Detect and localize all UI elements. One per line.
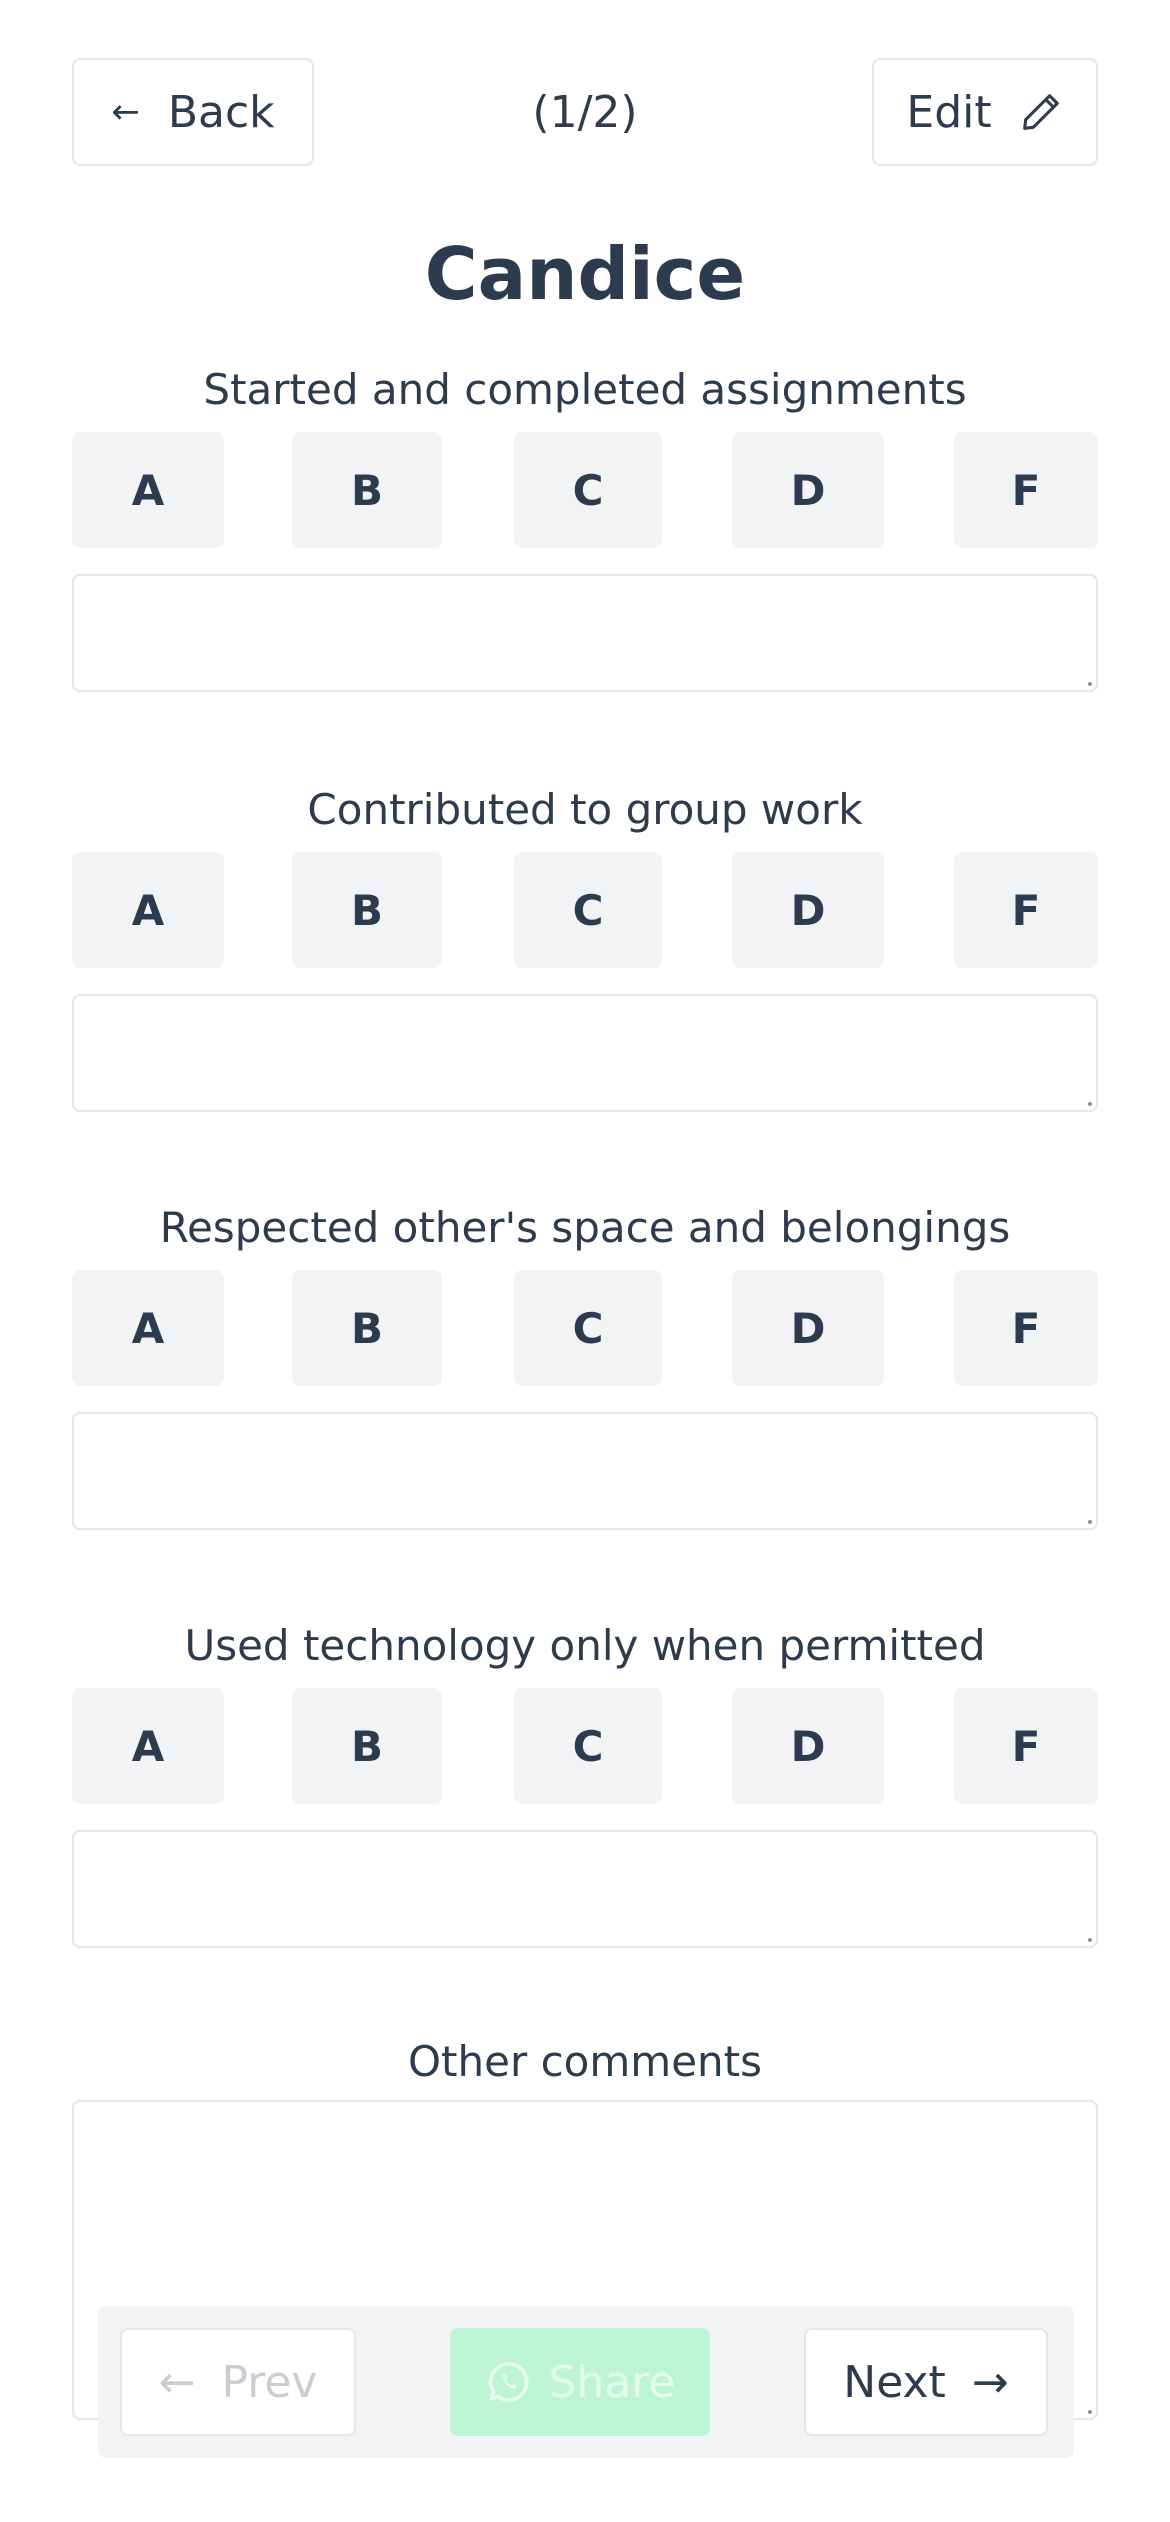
grade-options: A B C D F [72, 432, 1098, 548]
grade-f-button[interactable]: F [954, 1688, 1098, 1804]
next-button[interactable]: Next → [804, 2328, 1048, 2436]
criterion-title: Respected other's space and belongings [159, 1203, 1011, 1252]
arrow-left-icon: ← [158, 2356, 196, 2408]
resize-handle-icon[interactable] [1088, 1520, 1092, 1524]
grade-a-button[interactable]: A [72, 432, 224, 548]
edit-button-label: Edit [906, 86, 992, 138]
top-bar: ← Back (1/2) Edit [72, 58, 1098, 166]
criterion-section: Contributed to group work A B C D F [72, 780, 1098, 1112]
criterion-section: Respected other's space and belongings A… [72, 1198, 1098, 1530]
criterion-note-input[interactable] [72, 1830, 1098, 1948]
resize-handle-icon[interactable] [1088, 1938, 1092, 1942]
grade-a-button[interactable]: A [72, 1688, 224, 1804]
criterion-title: Started and completed assignments [203, 365, 967, 414]
grade-b-button[interactable]: B [292, 852, 442, 968]
resize-handle-icon[interactable] [1088, 682, 1092, 686]
criterion-section: Used technology only when permitted A B … [72, 1616, 1098, 1948]
resize-handle-icon[interactable] [1088, 2410, 1092, 2414]
grade-d-button[interactable]: D [732, 1688, 884, 1804]
back-button[interactable]: ← Back [72, 58, 314, 166]
grade-f-button[interactable]: F [954, 852, 1098, 968]
criterion-section: Started and completed assignments A B C … [72, 360, 1098, 692]
grade-d-button[interactable]: D [732, 852, 884, 968]
comments-title: Other comments [407, 2037, 763, 2086]
share-button[interactable]: Share [450, 2328, 710, 2436]
grade-d-button[interactable]: D [732, 1270, 884, 1386]
grade-c-button[interactable]: C [514, 432, 662, 548]
grade-a-button[interactable]: A [72, 852, 224, 968]
grade-d-button[interactable]: D [732, 432, 884, 548]
grade-c-button[interactable]: C [514, 852, 662, 968]
criterion-note-input[interactable] [72, 994, 1098, 1112]
arrow-right-icon: → [971, 2356, 1009, 2408]
share-button-label: Share [548, 2356, 676, 2408]
prev-button[interactable]: ← Prev [120, 2328, 356, 2436]
grade-c-button[interactable]: C [514, 1688, 662, 1804]
grade-options: A B C D F [72, 852, 1098, 968]
grade-options: A B C D F [72, 1688, 1098, 1804]
grade-b-button[interactable]: B [292, 1270, 442, 1386]
grade-f-button[interactable]: F [954, 432, 1098, 548]
grade-b-button[interactable]: B [292, 1688, 442, 1804]
student-name: Candice [424, 232, 746, 316]
whatsapp-icon [488, 2362, 529, 2402]
grade-c-button[interactable]: C [514, 1270, 662, 1386]
grade-a-button[interactable]: A [72, 1270, 224, 1386]
grade-b-button[interactable]: B [292, 432, 442, 548]
arrow-left-icon: ← [111, 92, 140, 132]
grade-f-button[interactable]: F [954, 1270, 1098, 1386]
back-button-label: Back [167, 86, 275, 138]
resize-handle-icon[interactable] [1088, 1102, 1092, 1106]
criterion-note-input[interactable] [72, 1412, 1098, 1530]
criterion-note-input[interactable] [72, 574, 1098, 692]
bottom-nav-bar: ← Prev Share Next → [98, 2306, 1074, 2458]
edit-button[interactable]: Edit [872, 58, 1098, 166]
prev-button-label: Prev [221, 2356, 318, 2408]
grade-options: A B C D F [72, 1270, 1098, 1386]
pencil-icon [1022, 94, 1059, 130]
criterion-title: Used technology only when permitted [184, 1621, 986, 1670]
criterion-title: Contributed to group work [307, 785, 863, 834]
next-button-label: Next [843, 2356, 946, 2408]
